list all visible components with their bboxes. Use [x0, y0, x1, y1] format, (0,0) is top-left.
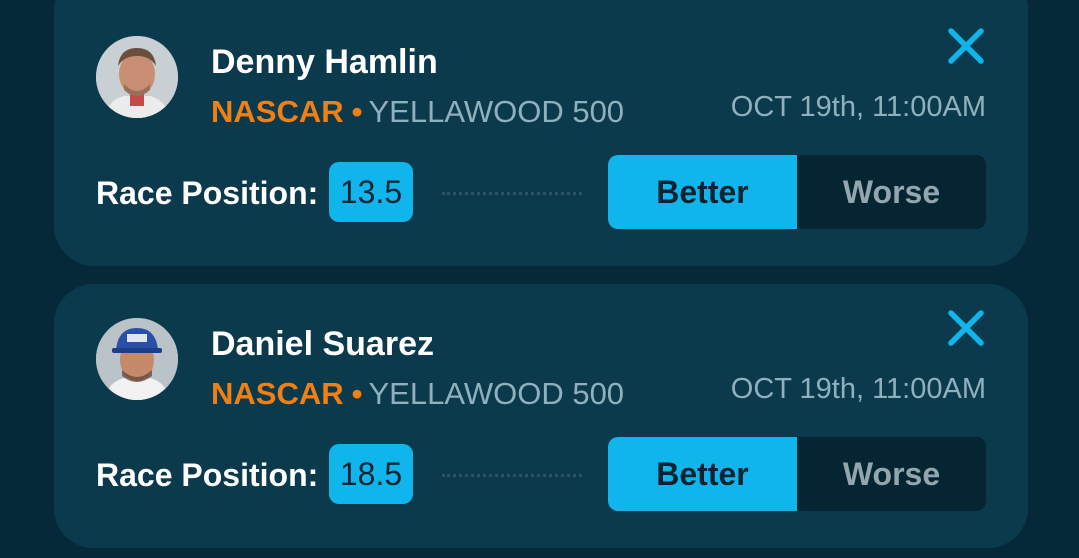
- worse-button[interactable]: Worse: [797, 437, 986, 511]
- game-info: NASCAR • YELLAWOOD 500: [211, 376, 624, 412]
- event-datetime: OCT 19th, 11:00AM: [730, 91, 986, 123]
- stat-label: Race Position:: [96, 175, 319, 211]
- player-avatar: [96, 318, 178, 400]
- close-icon[interactable]: [946, 26, 986, 66]
- worse-button[interactable]: Worse: [797, 155, 986, 229]
- separator-dot: •: [351, 376, 363, 411]
- event-name: YELLAWOOD 500: [368, 94, 625, 129]
- pick-card: Daniel Suarez NASCAR • YELLAWOOD 500 OCT 1…: [54, 284, 1028, 548]
- pick-card: Denny Hamlin NASCAR • YELLAWOOD 500 OCT 19…: [54, 0, 1028, 266]
- league-label: NASCAR: [211, 94, 344, 129]
- better-button[interactable]: Better: [608, 437, 797, 511]
- stat-label: Race Position:: [96, 457, 319, 493]
- better-worse-toggle: Better Worse: [608, 437, 986, 511]
- league-label: NASCAR: [211, 376, 344, 411]
- player-name: Denny Hamlin: [211, 43, 438, 81]
- better-button[interactable]: Better: [608, 155, 797, 229]
- event-datetime: OCT 19th, 11:00AM: [730, 373, 986, 405]
- close-icon[interactable]: [946, 308, 986, 348]
- event-name: YELLAWOOD 500: [368, 376, 625, 411]
- player-avatar: [96, 36, 178, 118]
- line-value-badge: 13.5: [329, 162, 413, 222]
- line-value-badge: 18.5: [329, 444, 413, 504]
- game-info: NASCAR • YELLAWOOD 500: [211, 94, 624, 130]
- divider-dots: [442, 192, 582, 195]
- better-worse-toggle: Better Worse: [608, 155, 986, 229]
- player-name: Daniel Suarez: [211, 325, 434, 363]
- divider-dots: [442, 474, 582, 477]
- separator-dot: •: [351, 94, 363, 129]
